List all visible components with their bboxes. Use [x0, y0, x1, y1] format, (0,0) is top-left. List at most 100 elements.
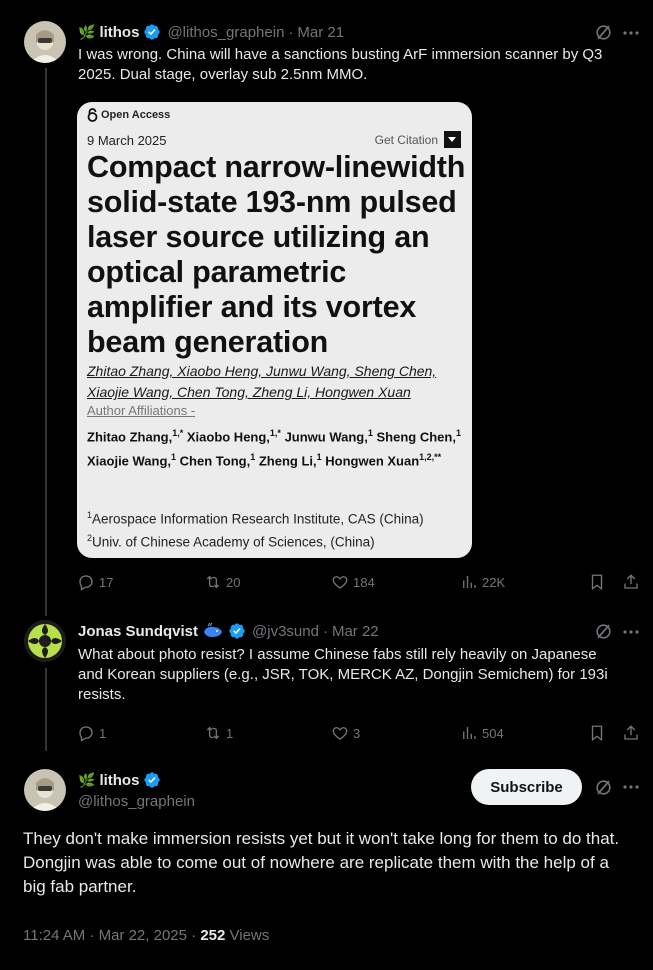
repost-icon — [206, 726, 220, 740]
post-header: 🌿 lithos — [78, 769, 161, 791]
thread-line — [45, 68, 47, 616]
post-date[interactable]: Mar 21 — [297, 24, 344, 41]
author-sup: 1 — [171, 452, 177, 463]
dot-separator: · — [288, 23, 294, 41]
views-icon — [463, 727, 476, 739]
views-count: 22K — [482, 574, 506, 590]
paper-date: 9 March 2025 — [87, 133, 167, 148]
author-name: Zheng Li, — [258, 453, 317, 469]
more-icon[interactable] — [622, 625, 640, 639]
author-sup: 1,2,** — [419, 452, 442, 463]
reply-icon — [79, 575, 93, 591]
paper-authors-links: Zhitao Zhang, Xiaobo Heng, Junwu Wang, S… — [87, 361, 467, 403]
heart-icon — [332, 576, 348, 589]
display-name[interactable]: Jonas Sundqvist — [78, 623, 198, 640]
like-count: 184 — [353, 574, 375, 590]
like-button[interactable]: 184 — [331, 573, 375, 591]
whale-emoji-icon — [204, 623, 223, 637]
repost-count: 1 — [226, 725, 234, 741]
views-button[interactable]: 22K — [460, 573, 505, 591]
views-button[interactable]: 504 — [460, 724, 504, 742]
views-label: Views — [225, 927, 270, 944]
institution-name: Univ. of Chinese Academy of Sciences, (C… — [92, 534, 375, 550]
get-citation-label: Get Citation — [374, 132, 438, 147]
like-button[interactable]: 3 — [331, 724, 360, 742]
post-header: 🌿 lithos @lithos_graphein · Mar 21 — [78, 21, 344, 43]
author-name: Hongwen Xuan — [325, 453, 420, 469]
paper-card-image[interactable]: Open Access 9 March 2025 Get Citation Co… — [77, 102, 472, 558]
author-name: Zhitao Zhang, — [87, 429, 173, 445]
author-sup: 1 — [316, 452, 322, 463]
paper-authors-affiliated: Zhitao Zhang,1,* Xiaobo Heng,1,* Junwu W… — [87, 423, 462, 472]
author-name: Junwu Wang, — [284, 429, 368, 445]
share-icon[interactable] — [622, 573, 640, 591]
post-text: What about photo resist? I assume Chines… — [78, 646, 608, 703]
repost-icon — [206, 575, 220, 589]
verified-badge-icon — [144, 772, 161, 788]
author-name: Chen Tong, — [179, 453, 251, 469]
open-lock-icon — [87, 108, 98, 122]
get-citation: Get Citation — [375, 131, 461, 148]
author-affiliations-link: Author Affiliations - — [87, 403, 196, 418]
thread-line — [45, 668, 47, 751]
paper-title: Compact narrow-linewidth solid-state 193… — [87, 150, 466, 359]
heart-icon — [332, 727, 348, 740]
author-sup: 1 — [367, 428, 373, 438]
avatar[interactable] — [24, 769, 66, 811]
subscribe-button[interactable]: Subscribe — [471, 769, 582, 805]
avatar[interactable] — [24, 620, 66, 662]
author-sup: 1 — [250, 452, 256, 463]
repost-button[interactable]: 1 — [204, 724, 233, 742]
reply-button[interactable]: 1 — [77, 724, 106, 742]
display-name[interactable]: lithos — [99, 24, 139, 41]
open-access-label: Open Access — [101, 109, 171, 121]
leaf-emoji: 🌿 — [78, 23, 96, 40]
verified-badge-icon — [229, 623, 245, 639]
bookmark-icon[interactable] — [588, 724, 606, 742]
open-access-badge: Open Access — [87, 108, 170, 122]
grok-icon[interactable] — [594, 778, 613, 797]
views-count: 252 — [200, 927, 226, 944]
like-count: 3 — [353, 725, 361, 741]
author-sup: 1,* — [269, 428, 281, 438]
author-sup: 1,* — [172, 428, 184, 438]
post-meta: 11:24 AM · Mar 22, 2025 · 252 Views — [23, 927, 269, 944]
authors-line: Zhitao Zhang, Xiaobo Heng, Junwu Wang, S… — [87, 363, 437, 379]
repost-count: 20 — [226, 574, 241, 590]
reply-count: 1 — [99, 725, 107, 741]
bookmark-icon[interactable] — [588, 573, 606, 591]
handle[interactable]: @jv3sund — [252, 623, 319, 640]
authors-line: Xiaojie Wang, Chen Tong, Zheng Li, Hongw… — [87, 384, 411, 400]
more-icon[interactable] — [622, 26, 640, 40]
author-name: Sheng Chen, — [376, 429, 456, 445]
post-date[interactable]: Mar 22 — [332, 623, 379, 640]
reply-icon — [79, 726, 93, 742]
dropdown-arrow-icon — [444, 131, 461, 148]
institution-2: 2Univ. of Chinese Academy of Sciences, (… — [87, 533, 467, 550]
reply-button[interactable]: 17 — [77, 573, 113, 591]
author-sup: 1 — [455, 428, 461, 438]
verified-badge-icon — [144, 24, 161, 40]
grok-icon[interactable] — [594, 23, 613, 42]
institution-1: 1Aerospace Information Research Institut… — [87, 510, 467, 527]
share-icon[interactable] — [622, 724, 640, 742]
post-text: They don't make immersion resists yet bu… — [23, 829, 620, 896]
more-icon[interactable] — [622, 780, 640, 794]
views-icon — [463, 576, 476, 588]
avatar[interactable] — [24, 21, 66, 63]
leaf-emoji: 🌿 — [78, 771, 96, 788]
reply-count: 17 — [99, 574, 114, 590]
display-name[interactable]: lithos — [99, 772, 139, 789]
author-name: Xiaobo Heng, — [186, 429, 270, 445]
post-timestamp[interactable]: 11:24 AM · Mar 22, 2025 · — [23, 927, 200, 944]
author-name: Xiaojie Wang, — [87, 453, 172, 469]
handle[interactable]: @lithos_graphein — [167, 24, 284, 41]
handle[interactable]: @lithos_graphein — [78, 793, 195, 810]
post-text: I was wrong. China will have a sanctions… — [78, 46, 603, 83]
repost-button[interactable]: 20 — [204, 573, 240, 591]
post-header: Jonas Sundqvist @jv3sund · Mar 22 — [78, 620, 379, 642]
views-count: 504 — [482, 725, 504, 741]
institution-name: Aerospace Information Research Institute… — [92, 511, 424, 527]
grok-icon[interactable] — [594, 622, 613, 641]
dot-separator: · — [322, 622, 328, 640]
